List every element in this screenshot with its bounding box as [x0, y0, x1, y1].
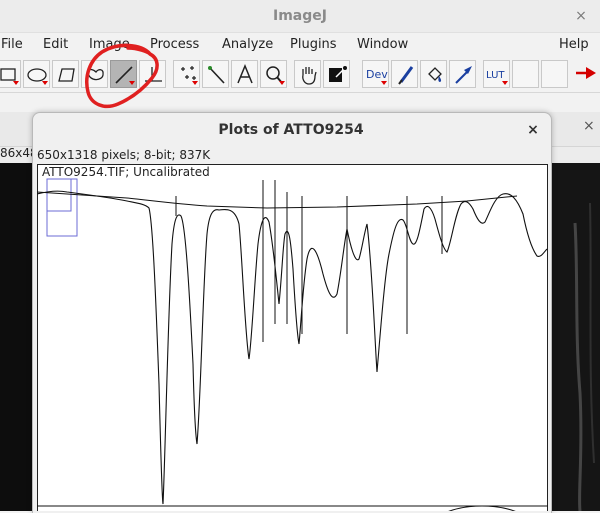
menu-edit[interactable]: Edit: [43, 37, 68, 52]
wand-tool-icon[interactable]: [202, 60, 229, 88]
arrow-tool-icon[interactable]: [449, 60, 476, 88]
multipoint-tool-icon[interactable]: [173, 60, 200, 88]
menu-help[interactable]: Help: [559, 37, 589, 52]
navigator-outer-rect: [46, 178, 78, 237]
profile-plot-svg: [37, 178, 548, 511]
dev-label: Dev: [366, 68, 388, 81]
menu-file[interactable]: File: [1, 37, 23, 52]
hand-tool-icon[interactable]: [294, 60, 321, 88]
text-tool-icon[interactable]: [231, 60, 258, 88]
plot-close-icon[interactable]: ×: [523, 120, 543, 140]
menu-analyze[interactable]: Analyze: [222, 37, 273, 52]
developer-menu-icon[interactable]: Dev: [362, 60, 389, 88]
empty-slot-2[interactable]: [541, 60, 568, 88]
profile-plot[interactable]: [37, 164, 548, 511]
rectangle-tool-icon[interactable]: [0, 60, 21, 88]
empty-slot-1[interactable]: [512, 60, 539, 88]
profile-trace: [37, 190, 548, 505]
menu-window[interactable]: Window: [357, 37, 408, 52]
lut-label: LUT: [486, 70, 505, 81]
navigator-inner-rect: [46, 178, 72, 212]
paintbrush-tool-icon[interactable]: [391, 60, 418, 88]
plot-label: ATTO9254.TIF; Uncalibrated: [42, 165, 210, 179]
magnifier-tool-icon[interactable]: [260, 60, 287, 88]
plot-info: 650x1318 pixels; 8-bit; 837K: [37, 148, 211, 162]
highlight-annotation: [85, 43, 159, 109]
more-tools-icon[interactable]: [574, 66, 598, 86]
flood-fill-tool-icon[interactable]: [420, 60, 447, 88]
menu-plugins[interactable]: Plugins: [290, 37, 337, 52]
baseline-trace: [37, 191, 518, 209]
plot-window-title: Plots of ATTO9254: [218, 122, 364, 138]
lut-menu-icon[interactable]: LUT: [483, 60, 510, 88]
polygon-tool-icon[interactable]: [52, 60, 79, 88]
main-close-icon[interactable]: ×: [571, 6, 591, 26]
oval-tool-icon[interactable]: [23, 60, 50, 88]
bottom-curve: [448, 505, 516, 511]
app-title: ImageJ: [273, 8, 327, 24]
color-picker-tool-icon[interactable]: [323, 60, 350, 88]
background-close-icon[interactable]: ×: [583, 118, 595, 134]
